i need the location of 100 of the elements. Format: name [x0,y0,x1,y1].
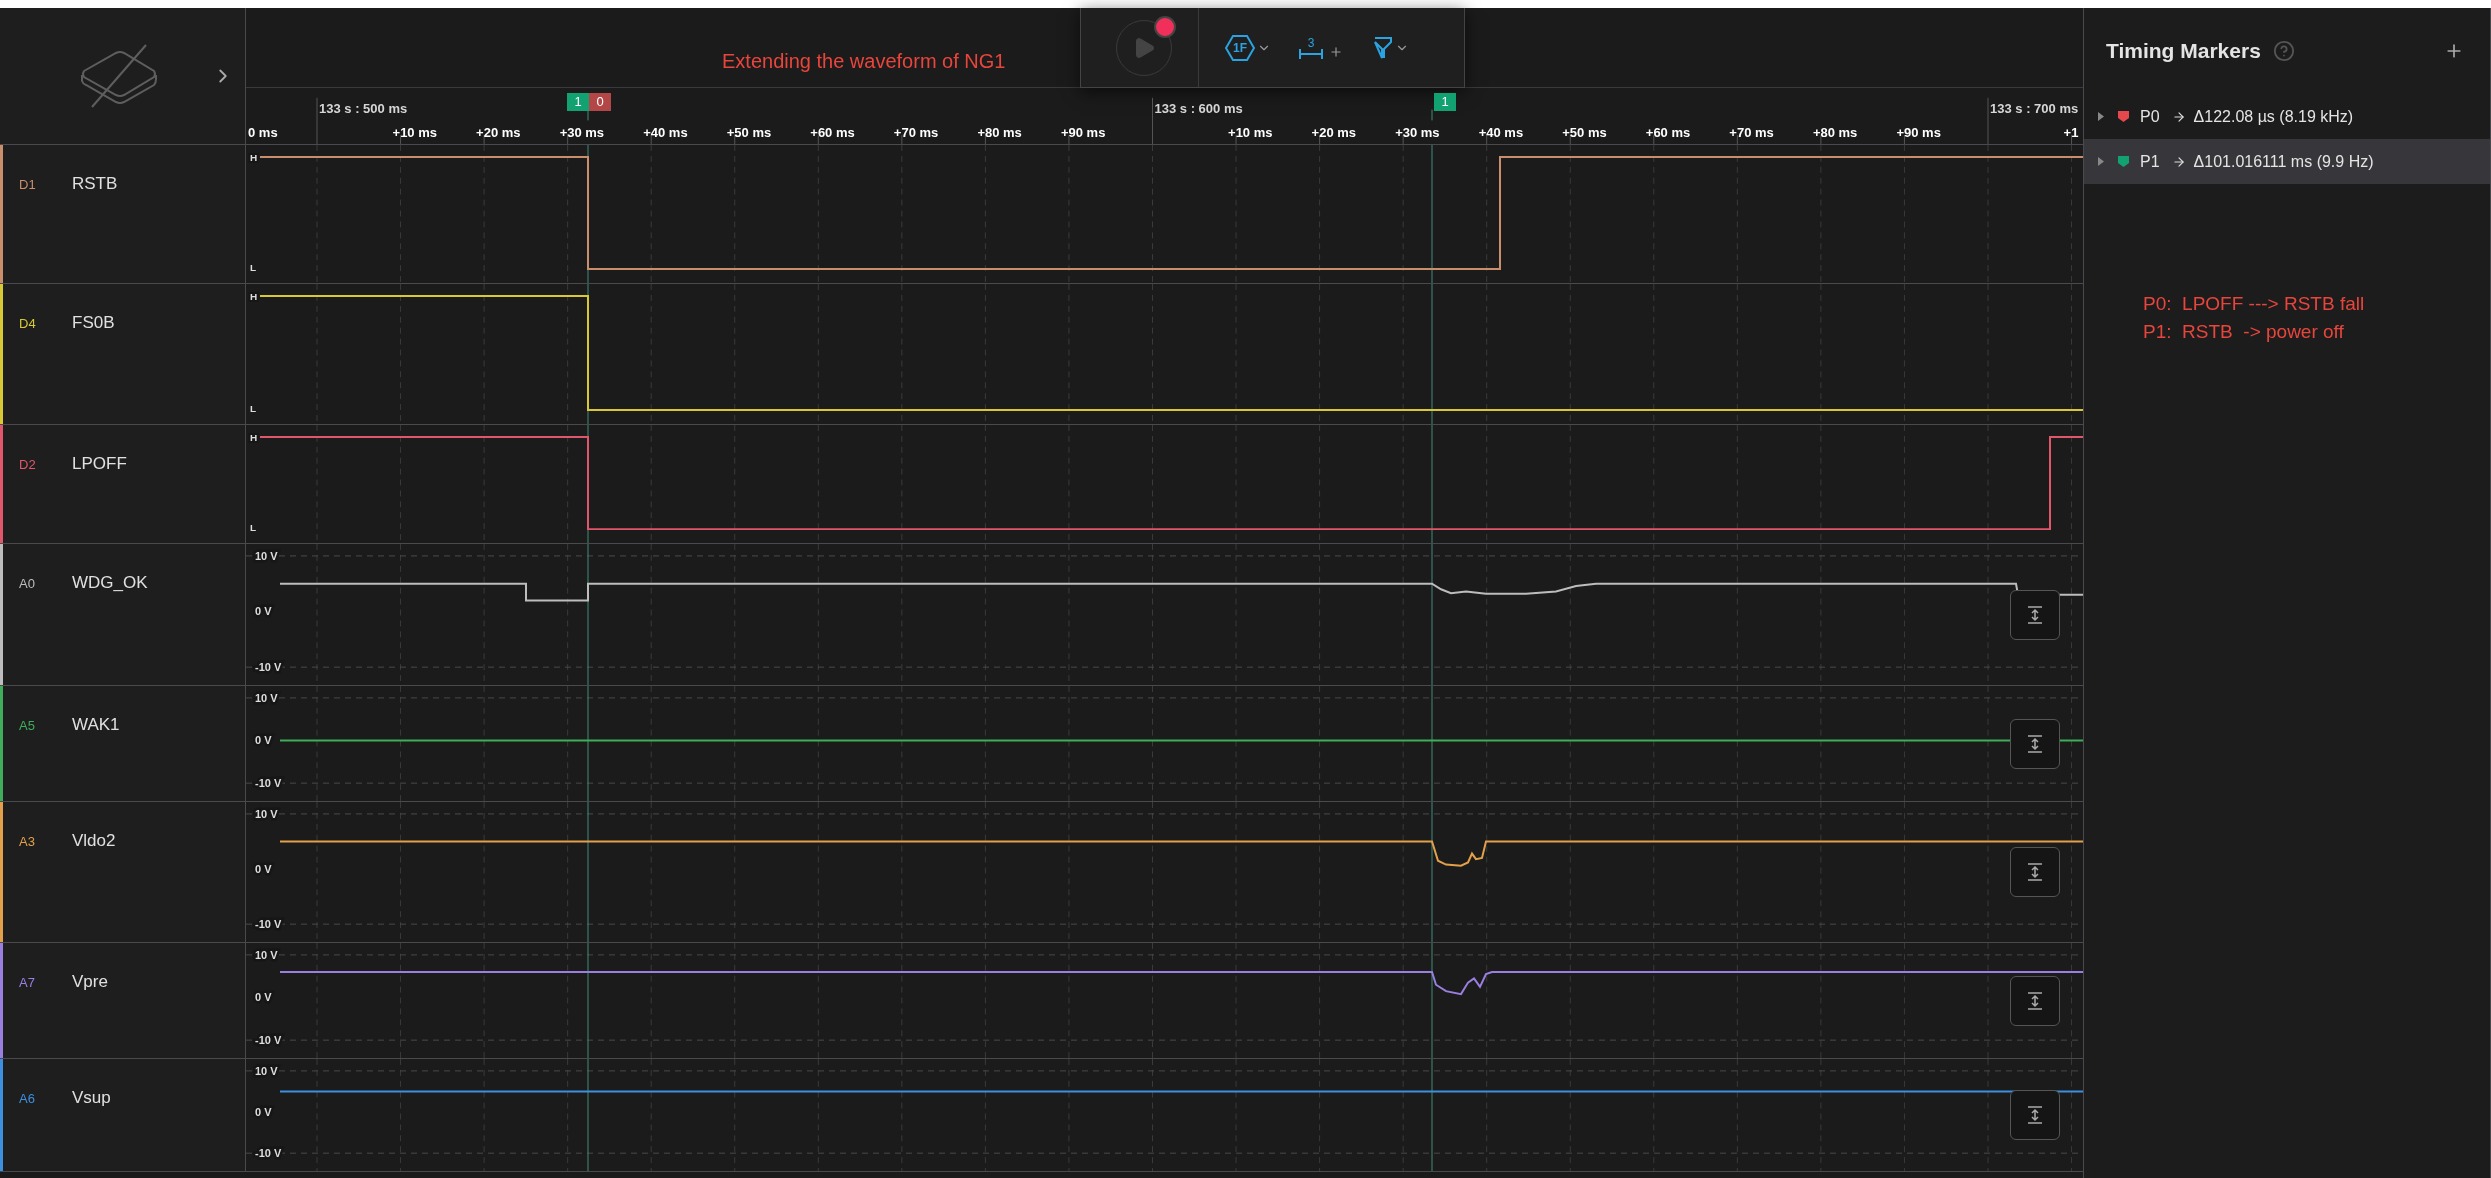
trigger-button[interactable]: 1F [1225,33,1271,62]
time-label: 133 s : 600 ms [1154,100,1243,118]
time-label: +90 ms [1060,124,1106,142]
marker-line[interactable] [1431,544,1433,685]
low-level-label: L [250,522,257,534]
marker-line[interactable] [587,943,589,1058]
time-label: 133 s : 500 ms [319,100,408,118]
marker-line[interactable] [1431,802,1433,942]
high-level-label: H [250,151,258,163]
time-label: +80 ms [1812,124,1858,142]
low-level-label: L [250,403,257,415]
marker-line[interactable] [587,802,589,942]
channel-id: A5 [19,717,36,735]
marker-line[interactable] [1431,686,1433,801]
scale-label: 0 V [255,734,272,747]
autoscale-button[interactable] [2010,718,2060,769]
time-label: +1 [2063,124,2079,142]
record-indicator [1154,15,1176,38]
time-label: +20 ms [476,124,521,142]
fit-height-icon [2026,990,2044,1011]
channel-name[interactable]: Vldo2 [72,828,116,854]
scale-label: -10 V [255,661,282,674]
hexagon-icon [1225,33,1255,62]
time-label: 133 s : 700 ms [1990,100,2079,118]
fit-height-icon [2026,862,2044,882]
channel-id: D4 [19,315,37,333]
marker-line[interactable] [1431,425,1433,543]
note-text: P0: LPOFF ---> RSTB fall [2143,292,2366,316]
note-text: P1: RSTB -> power off [2143,320,2345,344]
marker-line[interactable] [1431,109,1433,121]
marker-line[interactable] [1431,145,1433,283]
scale-label: -10 V [255,777,282,790]
marker-flag[interactable]: 0 [589,93,611,111]
time-label: +90 ms [1896,124,1941,142]
autoscale-button[interactable] [2010,589,2060,640]
channel-name[interactable]: FS0B [72,310,115,336]
time-label: +70 ms [1729,124,1774,142]
scale-label: 0 V [255,863,272,875]
scale-label: 10 V [255,691,278,704]
channel-name[interactable]: Vsup [72,1085,111,1111]
channel-id: A0 [19,575,36,593]
time-label: +50 ms [726,124,772,142]
marker-row[interactable]: P1 Δ101.016111 ms (9.9 Hz) [2084,139,2490,184]
channel-id: D2 [19,456,37,474]
scale-label: 10 V [255,1064,278,1077]
low-level-label: L [250,262,257,274]
time-label: +50 ms [1562,124,1607,142]
fit-height-icon [2026,604,2044,625]
time-label: +10 ms [1228,124,1273,142]
expand-triangle-icon [2098,112,2104,121]
marker-line[interactable] [587,109,589,121]
time-label: 0 ms [248,124,278,142]
marker-line[interactable] [1431,284,1433,424]
scale-label: 0 V [255,605,272,618]
channel-name[interactable]: WDG_OK [72,570,148,596]
plus-icon [1329,44,1343,59]
marker-name: P0 [2140,106,2160,127]
arrow-icon [2171,109,2186,124]
time-label: +10 ms [392,124,437,142]
marker-measurement: Δ122.08 µs (8.19 kHz) [2193,106,2354,127]
annotation-text: Extending the waveform of NG1 [722,49,1007,74]
scale-label: 10 V [255,807,278,820]
high-level-label: H [250,431,258,443]
channel-name[interactable]: Vpre [72,969,108,995]
help-icon[interactable] [2272,40,2295,62]
scale-label: 0 V [255,991,272,1004]
channel-id: A6 [19,1090,36,1108]
marker-line[interactable] [587,1059,589,1171]
high-level-label: H [250,290,258,302]
time-label: +40 ms [643,124,688,142]
channel-name[interactable]: WAK1 [72,712,120,738]
channel-id: A7 [19,974,36,992]
time-label: +70 ms [893,124,939,142]
marker-name: P1 [2140,151,2160,172]
marker-line[interactable] [1431,1059,1433,1171]
scale-label: -10 V [255,918,282,931]
panel-title: Timing Markers [2106,38,2261,65]
marker-line[interactable] [587,686,589,801]
marker-row[interactable]: P0 Δ122.08 µs (8.19 kHz) [2084,94,2490,139]
expand-triangle-icon [2098,157,2104,166]
channel-name[interactable]: LPOFF [72,451,127,477]
marker-line[interactable] [587,544,589,685]
scale-label: 10 V [255,948,278,961]
measure-button[interactable]: 3 [1299,36,1343,59]
time-label: +40 ms [1478,124,1524,142]
autoscale-button[interactable] [2010,1090,2060,1140]
marker-line[interactable] [1431,943,1433,1058]
time-label: +20 ms [1311,124,1357,142]
arrow-icon [2171,154,2186,169]
autoscale-button[interactable] [2010,975,2060,1026]
time-label: +60 ms [1645,124,1691,142]
funnel-icon [1373,35,1393,60]
channel-id: D1 [19,176,37,194]
channel-id: A3 [19,833,36,851]
channel-name[interactable]: RSTB [72,171,118,197]
time-label: +80 ms [977,124,1022,142]
filter-button[interactable] [1373,35,1409,60]
autoscale-button[interactable] [2010,847,2060,897]
time-label: +30 ms [1395,124,1440,142]
time-label: +30 ms [559,124,605,142]
